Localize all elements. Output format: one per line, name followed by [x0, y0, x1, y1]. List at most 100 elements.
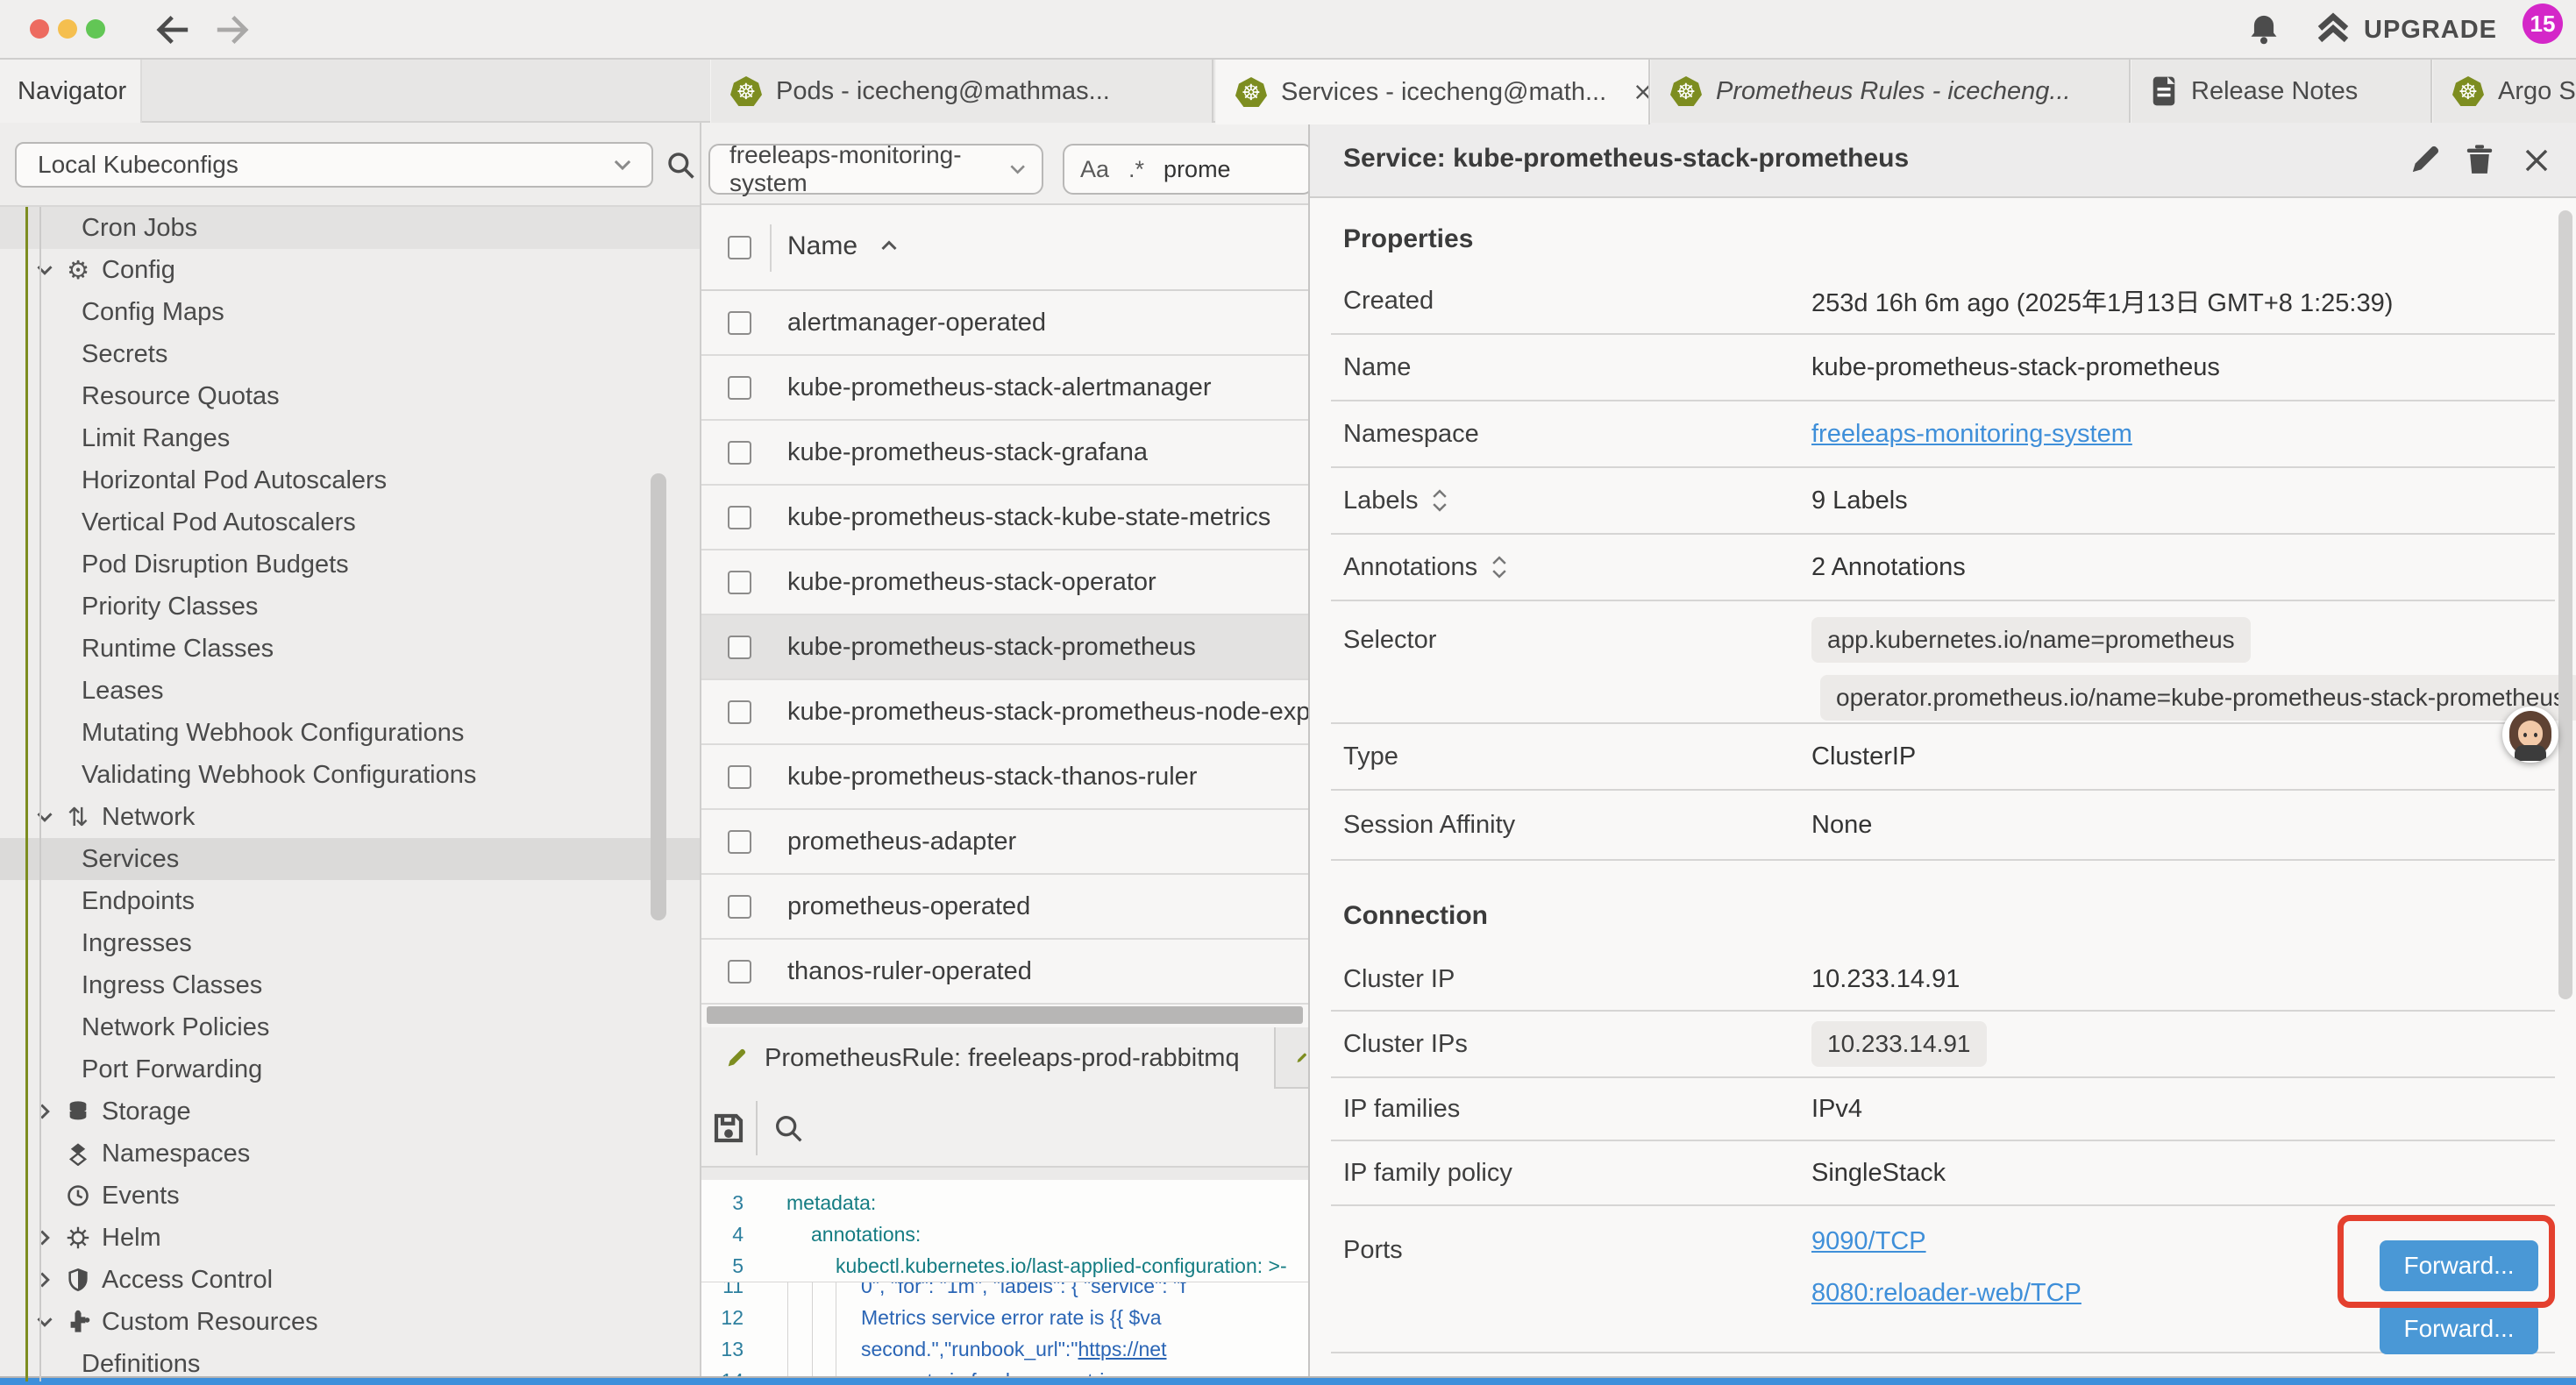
row-checkbox[interactable]	[728, 765, 751, 789]
tab-services[interactable]: ☸ Services - icecheng@math...	[1215, 60, 1650, 124]
row-checkbox[interactable]	[728, 830, 751, 854]
tab-argo[interactable]: ☸ Argo Se	[2432, 60, 2576, 123]
maximize-window-button[interactable]	[86, 19, 105, 39]
runbook-url-link[interactable]: https://net	[1078, 1338, 1166, 1360]
namespace-link[interactable]: freeleaps-monitoring-system	[1811, 420, 2132, 449]
editor-search-icon[interactable]	[772, 1112, 807, 1147]
sidebar-item-namespaces[interactable]: Namespaces	[0, 1133, 700, 1175]
sidebar-item-secrets[interactable]: Secrets	[0, 333, 700, 375]
forward-button-9090[interactable]: Forward...	[2380, 1240, 2538, 1291]
profile-badge[interactable]: 15	[2523, 4, 2563, 44]
row-checkbox[interactable]	[728, 636, 751, 659]
yaml-editor[interactable]: 3metadata: 4annotations: 5kubectl.kubern…	[701, 1168, 1308, 1385]
row-checkbox[interactable]	[728, 895, 751, 919]
tab-pods[interactable]: ☸ Pods - icecheng@mathmas...	[710, 60, 1213, 123]
sidebar-item-ingress-classes[interactable]: Ingress Classes	[0, 964, 700, 1006]
search-value: prome	[1163, 156, 1231, 183]
sidebar-item-validating-webhook-configurations[interactable]: Validating Webhook Configurations	[0, 754, 700, 796]
expand-updown-icon[interactable]	[1490, 554, 1509, 580]
forward-button-8080[interactable]: Forward...	[2380, 1303, 2538, 1354]
table-row[interactable]: thanos-ruler-operated	[701, 940, 1308, 1005]
sidebar-item-network[interactable]: ⇅ Network	[0, 796, 700, 838]
port-link-9090[interactable]: 9090/TCP	[1811, 1227, 2081, 1256]
match-case-icon[interactable]: Aa	[1080, 156, 1109, 183]
sidebar-item-events[interactable]: Events	[0, 1175, 700, 1217]
sidebar-scrollbar[interactable]	[651, 473, 666, 920]
sidebar-item-services[interactable]: Services	[0, 838, 700, 880]
table-row[interactable]: kube-prometheus-stack-alertmanager	[701, 356, 1308, 421]
table-row[interactable]: prometheus-adapter	[701, 810, 1308, 875]
resource-search-input[interactable]: Aa .* prome	[1063, 144, 1308, 195]
kubeconfig-selector[interactable]: Local Kubeconfigs	[15, 142, 653, 188]
table-row[interactable]: kube-prometheus-stack-operator	[701, 550, 1308, 615]
upgrade-button[interactable]: UPGRADE	[2315, 12, 2497, 47]
sidebar-item-helm[interactable]: Helm	[0, 1217, 700, 1259]
sidebar-item-mutating-webhook-configurations[interactable]: Mutating Webhook Configurations	[0, 712, 700, 754]
table-row[interactable]: alertmanager-operated	[701, 291, 1308, 356]
search-icon[interactable]	[665, 149, 698, 182]
sidebar-item-config-maps[interactable]: Config Maps	[0, 291, 700, 333]
row-checkbox[interactable]	[728, 960, 751, 984]
edit-pencil-icon[interactable]	[2408, 142, 2443, 177]
sidebar-item-access-control[interactable]: Access Control	[0, 1259, 700, 1301]
editor-tab-partial[interactable]	[1277, 1027, 1308, 1089]
sidebar-item-horizontal-pod-autoscalers[interactable]: Horizontal Pod Autoscalers	[0, 459, 700, 501]
sidebar-item-custom-resources[interactable]: Custom Resources	[0, 1301, 700, 1343]
avatar[interactable]	[2502, 707, 2558, 763]
sidebar-item-cron-jobs[interactable]: Cron Jobs	[0, 207, 700, 249]
row-checkbox[interactable]	[728, 506, 751, 529]
sidebar-item-ingresses[interactable]: Ingresses	[0, 922, 700, 964]
detail-scrollbar[interactable]	[2558, 210, 2572, 999]
edit-pencil-icon	[724, 1046, 749, 1070]
table-row[interactable]: prometheus-operated	[701, 875, 1308, 940]
row-checkbox[interactable]	[728, 700, 751, 724]
sidebar-item-resource-quotas[interactable]: Resource Quotas	[0, 375, 700, 417]
namespace-selector[interactable]: freeleaps-monitoring-system	[708, 144, 1043, 195]
sidebar-item-endpoints[interactable]: Endpoints	[0, 880, 700, 922]
helm-wheel-icon	[63, 1223, 93, 1253]
sidebar-item-priority-classes[interactable]: Priority Classes	[0, 586, 700, 628]
minimize-window-button[interactable]	[58, 19, 77, 39]
table-row-selected[interactable]: kube-prometheus-stack-prometheus	[701, 615, 1308, 680]
close-window-button[interactable]	[30, 19, 49, 39]
delete-trash-icon[interactable]	[2462, 142, 2497, 177]
table-row[interactable]: kube-prometheus-stack-thanos-ruler	[701, 745, 1308, 810]
port-link-8080[interactable]: 8080:reloader-web/TCP	[1811, 1279, 2081, 1308]
row-checkbox[interactable]	[728, 571, 751, 594]
tab-release-notes[interactable]: Release Notes	[2131, 60, 2432, 123]
sidebar-item-limit-ranges[interactable]: Limit Ranges	[0, 417, 700, 459]
editor-tab-prometheusrule[interactable]: PrometheusRule: freeleaps-prod-rabbitmq	[701, 1027, 1276, 1089]
column-header-name[interactable]: Name	[787, 231, 900, 261]
close-tab-icon[interactable]	[1633, 82, 1650, 103]
row-checkbox[interactable]	[728, 311, 751, 335]
select-all-checkbox[interactable]	[728, 236, 751, 259]
cluster-ip-chip: 10.233.14.91	[1811, 1021, 1987, 1067]
forward-icon[interactable]	[212, 14, 251, 46]
back-icon[interactable]	[154, 14, 193, 46]
tab-navigator[interactable]: Navigator	[0, 60, 142, 123]
sidebar-item-pod-disruption-budgets[interactable]: Pod Disruption Budgets	[0, 543, 700, 586]
sidebar-item-port-forwarding[interactable]: Port Forwarding	[0, 1048, 700, 1090]
sidebar-item-storage[interactable]: Storage	[0, 1090, 700, 1133]
table-row[interactable]: kube-prometheus-stack-prometheus-node-ex…	[701, 680, 1308, 745]
tab-prometheus-rules[interactable]: ☸ Prometheus Rules - icecheng...	[1650, 60, 2131, 123]
table-row[interactable]: kube-prometheus-stack-kube-state-metrics	[701, 486, 1308, 550]
row-checkbox[interactable]	[728, 441, 751, 465]
table-row[interactable]: kube-prometheus-stack-grafana	[701, 421, 1308, 486]
sidebar-item-definitions[interactable]: Definitions	[0, 1343, 700, 1385]
expand-updown-icon[interactable]	[1430, 487, 1449, 514]
services-table: alertmanager-operated kube-prometheus-st…	[701, 291, 1308, 1005]
horizontal-scrollbar[interactable]	[707, 1006, 1303, 1024]
regex-icon[interactable]: .*	[1128, 156, 1144, 183]
sidebar-item-vertical-pod-autoscalers[interactable]: Vertical Pod Autoscalers	[0, 501, 700, 543]
sidebar-item-network-policies[interactable]: Network Policies	[0, 1006, 700, 1048]
kubernetes-icon: ☸	[730, 76, 762, 106]
puzzle-icon	[63, 1307, 93, 1337]
sidebar-item-config[interactable]: ⚙ Config	[0, 249, 700, 291]
save-icon[interactable]	[710, 1110, 747, 1147]
row-checkbox[interactable]	[728, 376, 751, 400]
sidebar-item-runtime-classes[interactable]: Runtime Classes	[0, 628, 700, 670]
close-icon[interactable]	[2522, 146, 2551, 175]
sidebar-item-leases[interactable]: Leases	[0, 670, 700, 712]
notifications-bell-icon[interactable]	[2246, 12, 2281, 47]
